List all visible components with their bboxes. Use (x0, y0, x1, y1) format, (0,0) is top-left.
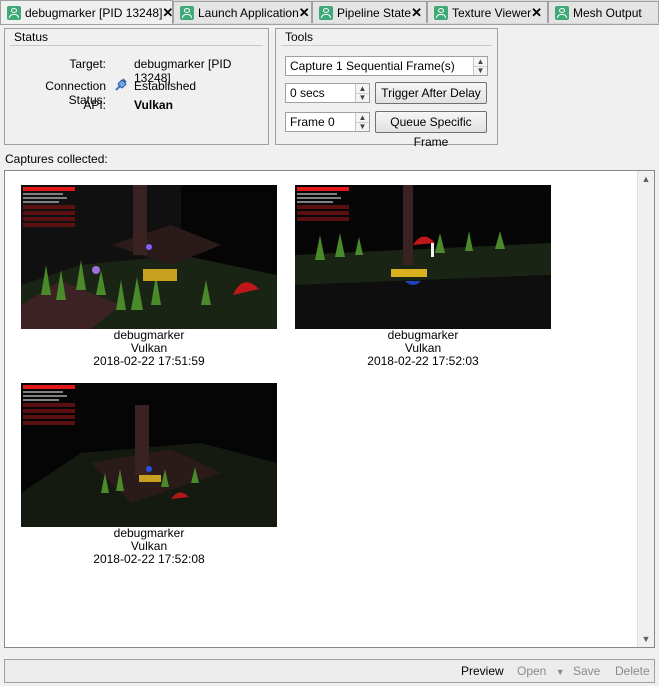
queue-specific-frame-button[interactable]: Queue Specific Frame (375, 111, 487, 149)
tools-group: Tools Capture 1 Sequential Frame(s) ▲ ▼ … (275, 28, 498, 149)
capture-thumbnail (21, 383, 277, 527)
frame-stepper[interactable]: ▲ ▼ (355, 113, 369, 131)
tab-icon (434, 5, 448, 20)
close-icon[interactable]: ✕ (299, 5, 310, 21)
tab-label: Launch Application (198, 5, 299, 20)
status-group: Status Target: debugmarker [PID 13248] C… (4, 28, 269, 145)
close-icon[interactable]: ✕ (162, 5, 172, 21)
chevron-down-icon[interactable]: ▼ (356, 122, 369, 131)
tab-label: Mesh Output (573, 5, 642, 20)
capture-mode-value: Capture 1 Sequential Frame(s) (290, 59, 455, 73)
delay-stepper[interactable]: ▲ ▼ (355, 84, 369, 102)
tab-bar: debugmarker [PID 13248] ✕ Launch Applica… (0, 0, 659, 25)
capture-item[interactable]: debugmarker Vulkan 2018-02-22 17:51:59 (21, 185, 277, 368)
api-label: API: (83, 98, 106, 112)
connection-status-value: Established (134, 79, 197, 93)
preview-button[interactable]: Preview (461, 660, 504, 682)
api-value: Vulkan (134, 98, 173, 112)
vertical-scrollbar[interactable]: ▲ ▼ (637, 171, 654, 647)
connection-icon (7, 5, 21, 20)
chevron-down-icon[interactable]: ▼ (356, 93, 369, 102)
capture-timestamp: 2018-02-22 17:52:08 (93, 552, 205, 566)
tab-debugmarker[interactable]: debugmarker [PID 13248] ✕ (0, 0, 173, 24)
tab-icon (180, 5, 194, 20)
trigger-after-delay-button[interactable]: Trigger After Delay (375, 82, 487, 104)
delete-button[interactable]: Delete (615, 660, 650, 682)
status-title: Status (14, 30, 49, 44)
tab-icon (555, 5, 569, 20)
tab-label: Texture Viewer (452, 5, 532, 20)
tab-pipeline-state[interactable]: Pipeline State ✕ (312, 1, 427, 23)
delay-input[interactable]: 0 secs ▲ ▼ (285, 83, 370, 103)
tab-icon (319, 5, 333, 20)
capture-timestamp: 2018-02-22 17:52:03 (367, 354, 479, 368)
divider (10, 45, 263, 46)
capture-thumbnail (21, 185, 277, 329)
capture-count-stepper[interactable]: ▲ ▼ (473, 57, 487, 75)
captures-list[interactable]: debugmarker Vulkan 2018-02-22 17:51:59 d… (4, 170, 655, 648)
scroll-down-icon[interactable]: ▼ (638, 631, 654, 647)
target-label: Target: (69, 57, 106, 71)
open-label: Open (517, 664, 547, 678)
frame-input[interactable]: Frame 0 ▲ ▼ (285, 112, 370, 132)
divider (281, 45, 492, 46)
tab-label: Pipeline State (337, 5, 412, 20)
frame-value: Frame 0 (290, 115, 335, 129)
capture-mode-select[interactable]: Capture 1 Sequential Frame(s) ▲ ▼ (285, 56, 488, 76)
tools-title: Tools (285, 30, 314, 44)
capture-item[interactable]: debugmarker Vulkan 2018-02-22 17:52:03 (295, 185, 551, 368)
dropdown-arrow-icon[interactable]: ▼ (556, 667, 565, 677)
open-button[interactable]: Open ▼ (517, 660, 565, 682)
capture-timestamp: 2018-02-22 17:51:59 (93, 354, 205, 368)
close-icon[interactable]: ✕ (531, 5, 542, 21)
connected-icon (115, 78, 127, 91)
tab-label: debugmarker [PID 13248] (25, 5, 163, 20)
delay-value: 0 secs (290, 86, 325, 100)
chevron-down-icon[interactable]: ▼ (474, 66, 487, 75)
capture-actions-bar: Preview Open ▼ Save Delete (4, 659, 655, 683)
tab-mesh-output[interactable]: Mesh Output (548, 1, 659, 23)
close-icon[interactable]: ✕ (411, 5, 422, 21)
capture-item[interactable]: debugmarker Vulkan 2018-02-22 17:52:08 (21, 383, 277, 566)
captures-label: Captures collected: (5, 152, 108, 166)
tab-launch-application[interactable]: Launch Application ✕ (173, 1, 312, 23)
tab-texture-viewer[interactable]: Texture Viewer ✕ (427, 1, 548, 23)
save-button[interactable]: Save (573, 660, 600, 682)
capture-thumbnail (295, 185, 551, 329)
scroll-up-icon[interactable]: ▲ (638, 171, 654, 187)
